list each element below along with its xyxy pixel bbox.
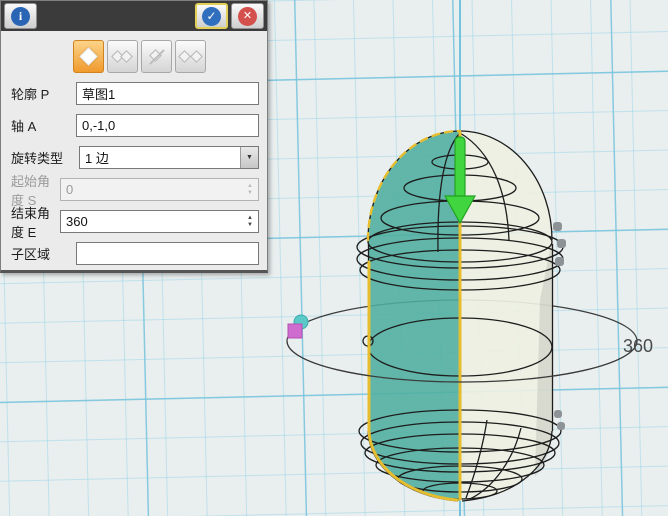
start-angle-spinner-icons: ▲ ▼ (242, 179, 258, 200)
dialog-titlebar: i ✓ ✕ (1, 1, 267, 31)
split-diamond-icon (178, 50, 191, 63)
end-angle-spinbox[interactable]: ▲ ▼ (60, 210, 259, 233)
info-icon: i (11, 7, 30, 26)
revolve-type-value: 1 边 (80, 148, 240, 167)
end-angle-row: 结束角度 E ▲ ▼ (11, 210, 259, 233)
one-side-diamond-icon (79, 47, 97, 65)
model-left-half-fill[interactable] (368, 131, 460, 501)
accept-check-icon: ✓ (202, 7, 221, 26)
info-button[interactable]: i (4, 3, 37, 29)
subregion-input[interactable] (77, 243, 258, 264)
revolve-type-label: 旋转类型 (11, 148, 79, 167)
axis-label: 轴 A (11, 116, 76, 135)
subregion-row: 子区域 (11, 242, 259, 265)
start-angle-spinbox: ▲ ▼ (60, 178, 259, 201)
start-angle-input (61, 179, 242, 200)
end-angle-input[interactable] (61, 211, 242, 232)
mode-one-side-button[interactable] (73, 40, 104, 73)
subregion-label: 子区域 (11, 244, 76, 263)
profile-input[interactable] (77, 83, 258, 104)
revolve-form: 轮廓 P 轴 A 旋转类型 1 边 ▼ 起始角度 S ▲ (1, 82, 267, 265)
revolve-type-combobox[interactable]: 1 边 ▼ (79, 146, 259, 169)
close-x-icon: ✕ (238, 7, 257, 26)
mode-two-sides-button[interactable] (107, 40, 138, 73)
end-angle-spinner-icons[interactable]: ▲ ▼ (242, 211, 258, 232)
axis-input[interactable] (77, 115, 258, 136)
revolve-task-dialog: i ✓ ✕ 轮廓 P (0, 0, 268, 273)
accept-button[interactable]: ✓ (195, 3, 228, 29)
revolve-type-row: 旋转类型 1 边 ▼ (11, 146, 259, 169)
mode-diamond-slash-button[interactable] (141, 40, 172, 73)
angle-drag-handle[interactable] (288, 324, 302, 338)
start-angle-row: 起始角度 S ▲ ▼ (11, 178, 259, 201)
chevron-down-icon[interactable]: ▼ (240, 147, 258, 168)
cancel-button[interactable]: ✕ (231, 3, 264, 29)
axis-row: 轴 A (11, 114, 259, 137)
profile-row: 轮廓 P (11, 82, 259, 105)
end-angle-label: 结束角度 E (11, 203, 60, 241)
revolve-mode-row (73, 40, 267, 73)
angle-value-label: 360 (623, 336, 653, 356)
profile-label: 轮廓 P (11, 84, 76, 103)
mode-split-diamond-button[interactable] (175, 40, 206, 73)
